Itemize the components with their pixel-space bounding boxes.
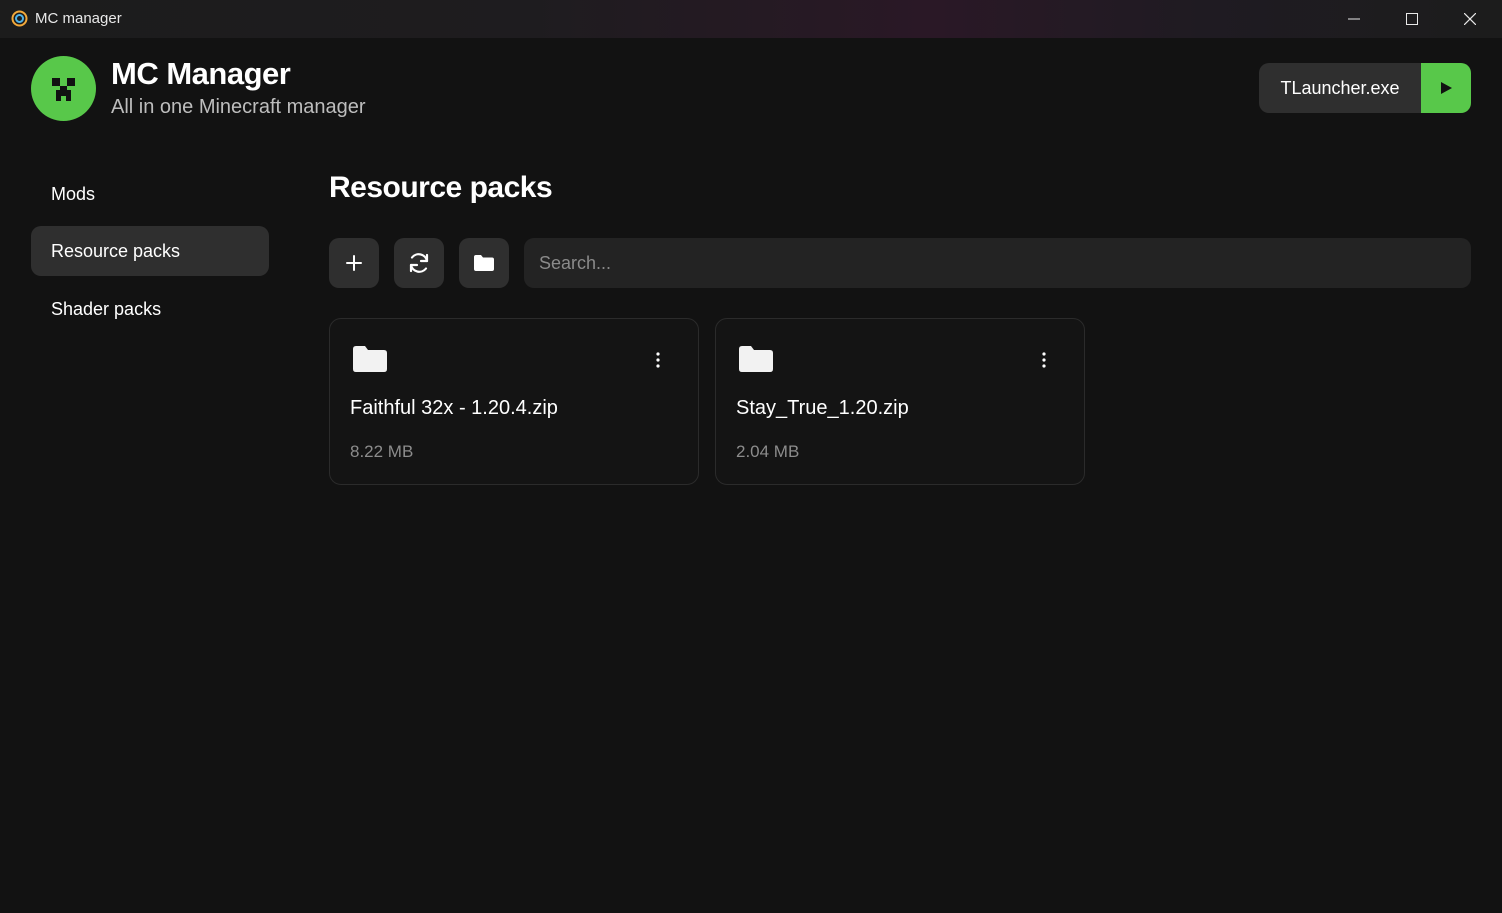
sidebar-item-shader-packs[interactable]: Shader packs	[31, 284, 269, 334]
folder-icon	[474, 255, 494, 271]
creeper-icon	[52, 78, 75, 101]
pack-name: Faithful 32x - 1.20.4.zip	[350, 397, 558, 419]
title-bar: MC manager	[0, 0, 1502, 38]
sidebar-item-label: Shader packs	[51, 298, 162, 319]
close-icon	[1464, 13, 1476, 25]
app-subtitle: All in one Minecraft manager	[111, 96, 366, 118]
folder-icon	[739, 346, 773, 372]
open-folder-button[interactable]	[459, 238, 509, 288]
refresh-icon	[409, 253, 429, 273]
page-title: Resource packs	[329, 171, 553, 204]
minimize-button[interactable]	[1325, 0, 1383, 38]
creeper-logo	[31, 56, 96, 121]
sidebar-item-label: Resource packs	[51, 240, 181, 261]
sidebar-item-mods[interactable]: Mods	[31, 169, 269, 219]
sidebar-item-resource-packs[interactable]: Resource packs	[31, 226, 269, 276]
more-vertical-icon	[1042, 352, 1046, 368]
app-title: MC Manager	[111, 56, 291, 91]
launcher-control: TLauncher.exe	[1259, 63, 1471, 113]
launcher-select-button[interactable]: TLauncher.exe	[1259, 63, 1421, 113]
pack-card[interactable]: Faithful 32x - 1.20.4.zip 8.22 MB	[329, 318, 699, 485]
maximize-icon	[1406, 13, 1418, 25]
play-button[interactable]	[1421, 63, 1471, 113]
minimize-icon	[1348, 18, 1360, 20]
plus-icon	[346, 255, 362, 271]
pack-size: 2.04 MB	[736, 442, 800, 461]
more-vertical-icon	[656, 352, 660, 368]
folder-icon	[353, 346, 387, 372]
maximize-button[interactable]	[1383, 0, 1441, 38]
refresh-button[interactable]	[394, 238, 444, 288]
pack-card[interactable]: Stay_True_1.20.zip 2.04 MB	[715, 318, 1085, 485]
window-title: MC manager	[35, 10, 122, 27]
close-button[interactable]	[1441, 0, 1499, 38]
more-options-button[interactable]	[1032, 348, 1056, 372]
app-icon	[11, 10, 28, 27]
search-input[interactable]	[524, 238, 1471, 288]
play-icon	[1441, 82, 1452, 94]
app-window: MC manager MC Manager All in one Minecra…	[0, 0, 1502, 913]
pack-size: 8.22 MB	[350, 442, 414, 461]
sidebar-item-label: Mods	[51, 183, 96, 204]
add-pack-button[interactable]	[329, 238, 379, 288]
pack-name: Stay_True_1.20.zip	[736, 397, 909, 419]
more-options-button[interactable]	[646, 348, 670, 372]
